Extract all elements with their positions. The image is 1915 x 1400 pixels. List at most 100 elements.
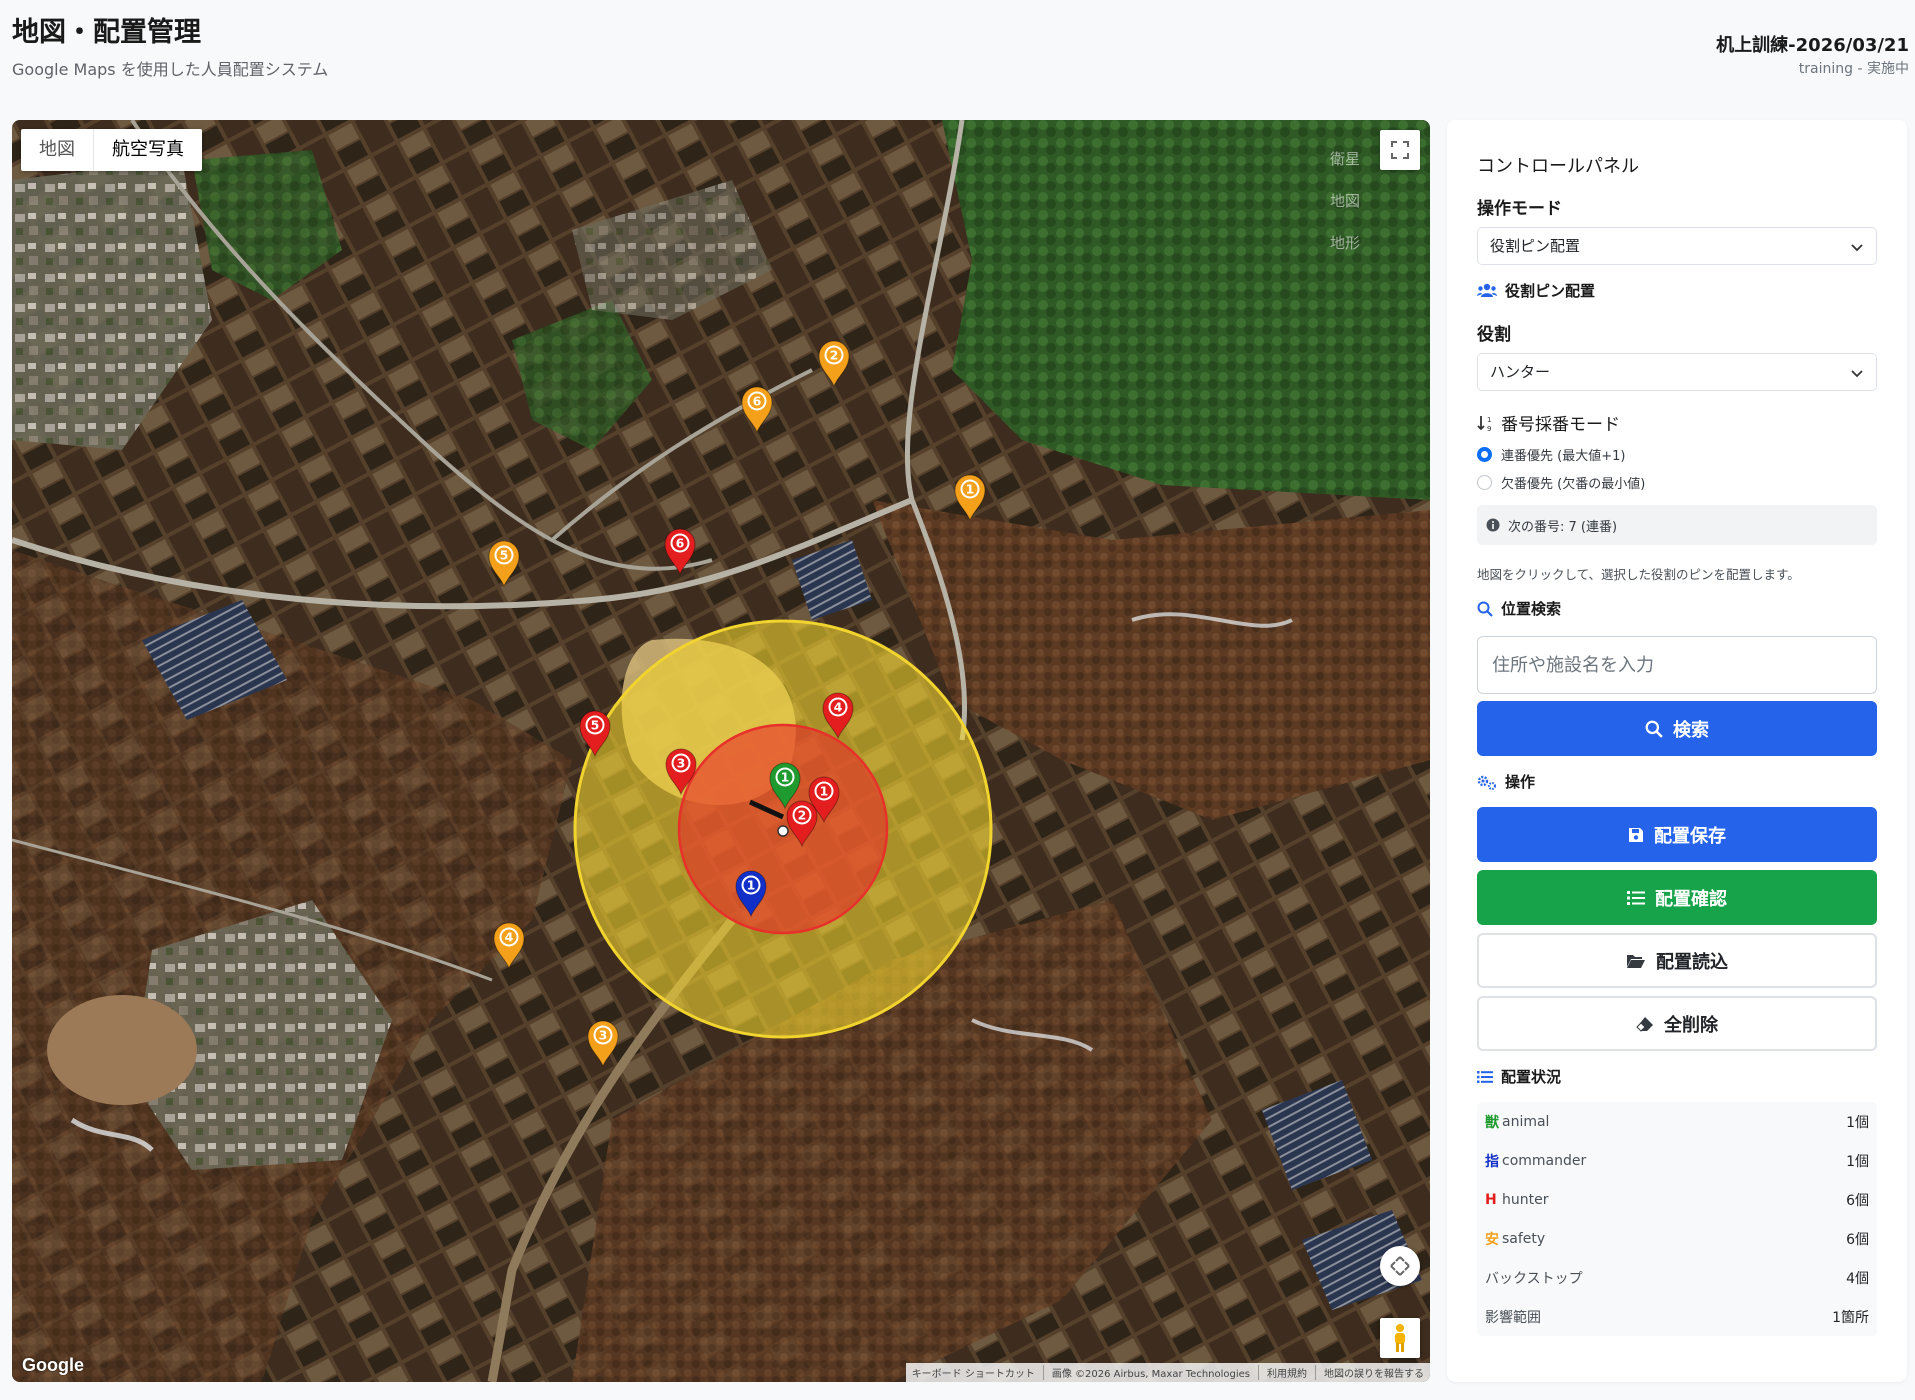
radio-gap-fill-label: 欠番優先 (欠番の最小値) <box>1501 477 1646 492</box>
save-layout-button[interactable]: 配置保存 <box>1477 807 1877 862</box>
page-title: 地図・配置管理 <box>12 17 201 48</box>
session-title: 机上訓練-2026/03/21 <box>1716 35 1909 56</box>
mode-select[interactable]: 役割ピン配置 <box>1477 227 1877 265</box>
status-tag: H <box>1485 1191 1497 1208</box>
status-name: safety <box>1502 1230 1546 1247</box>
status-list: 獣 animal 1個 指 commander 1個 H hunter 6個 安… <box>1477 1102 1877 1336</box>
control-panel: コントロールパネル 操作モード 役割ピン配置 役割ピン配置 役割 ハンター 1 … <box>1447 120 1907 1382</box>
status-name: バックストップ <box>1485 1270 1583 1287</box>
role-pin-heading: 役割ピン配置 <box>1477 280 1595 301</box>
status-tag: 安 <box>1485 1231 1499 1248</box>
status-name: hunter <box>1502 1191 1549 1208</box>
status-count: 6個 <box>1846 1192 1869 1209</box>
satellite-imagery: 12345612345611 <box>12 120 1430 1382</box>
chevron-down-icon <box>1851 370 1863 378</box>
radio-sequential[interactable]: 連番優先 (最大値+1) <box>1477 445 1625 464</box>
pin-number: 6 <box>676 536 685 551</box>
radio-sequential-label: 連番優先 (最大値+1) <box>1501 449 1626 464</box>
layer-terrain-label[interactable]: 地形 <box>1330 232 1360 253</box>
status-tag: 指 <box>1485 1153 1499 1170</box>
radio-gap-fill[interactable]: 欠番優先 (欠番の最小値) <box>1477 473 1645 492</box>
sort-numeric-icon: 1 9 <box>1477 415 1491 432</box>
operations-heading-text: 操作 <box>1505 773 1536 791</box>
pin-number: 1 <box>966 482 975 497</box>
next-number-info: 次の番号: 7 (連番) <box>1477 505 1877 545</box>
operations-heading: 操作 <box>1477 771 1535 792</box>
street-view-pegman[interactable] <box>1380 1318 1420 1358</box>
pegman-icon <box>1395 1324 1405 1352</box>
numbering-heading: 1 9 番号採番モード <box>1477 410 1620 435</box>
role-select[interactable]: ハンター <box>1477 353 1877 391</box>
numbering-heading-text: 番号採番モード <box>1501 415 1620 435</box>
radio-sequential-control[interactable] <box>1477 447 1492 462</box>
status-row-commander: 指 commander 1個 <box>1477 1141 1877 1180</box>
layer-satellite-label[interactable]: 衛星 <box>1330 148 1360 169</box>
page-subtitle: Google Maps を使用した人員配置システム <box>12 60 329 79</box>
placement-hint: 地図をクリックして、選択した役割のピンを配置します。 <box>1477 567 1800 582</box>
status-row-safety: 安 safety 6個 <box>1477 1219 1877 1258</box>
radio-gap-fill-control[interactable] <box>1477 475 1492 490</box>
google-logo: Google <box>22 1355 84 1375</box>
status-row-influence-range: 影響範囲 1箇所 <box>1477 1297 1877 1336</box>
confirm-layout-button[interactable]: 配置確認 <box>1477 870 1877 925</box>
pin-number: 2 <box>830 348 839 363</box>
status-row-hunter: H hunter 6個 <box>1477 1180 1877 1219</box>
panel-title: コントロールパネル <box>1477 156 1639 177</box>
search-button-label: 検索 <box>1673 719 1709 741</box>
search-icon <box>1645 720 1663 738</box>
load-layout-button[interactable]: 配置読込 <box>1477 933 1877 988</box>
save-layout-button-label: 配置保存 <box>1654 825 1726 847</box>
role-pin-heading-text: 役割ピン配置 <box>1505 282 1596 300</box>
save-icon <box>1629 827 1643 842</box>
map-type-satellite-button[interactable]: 航空写真 <box>93 129 202 171</box>
keyboard-shortcuts-link[interactable]: キーボード ショートカット <box>912 1365 1035 1380</box>
chevron-down-icon <box>1851 244 1863 252</box>
info-icon <box>1486 518 1500 532</box>
map-canvas[interactable]: 12345612345611 地図 航空写真 衛星 地図 地形 Google キ… <box>12 120 1430 1382</box>
users-icon <box>1477 283 1497 297</box>
svg-text:9: 9 <box>1487 425 1491 432</box>
move-arrows-icon <box>1390 1256 1410 1276</box>
eraser-icon <box>1636 1016 1653 1032</box>
session-status: training - 実施中 <box>1798 61 1909 77</box>
pin-number: 4 <box>834 700 843 715</box>
delete-all-button-label: 全削除 <box>1664 1014 1718 1036</box>
terms-link[interactable]: 利用規約 <box>1258 1365 1307 1380</box>
report-error-link[interactable]: 地図の誤りを報告する <box>1315 1365 1424 1380</box>
status-name: 影響範囲 <box>1485 1309 1541 1326</box>
pin-number: 5 <box>500 548 509 563</box>
status-count: 4個 <box>1846 1270 1869 1287</box>
imagery-credit: 画像 ©2026 Airbus, Maxar Technologies <box>1042 1365 1250 1380</box>
folder-open-icon <box>1627 954 1645 968</box>
list-icon <box>1627 890 1645 905</box>
pin-number: 6 <box>753 394 762 409</box>
status-name: commander <box>1502 1152 1587 1169</box>
map-type-control: 地図 航空写真 <box>21 129 202 171</box>
status-count: 6個 <box>1846 1231 1869 1248</box>
status-count: 1個 <box>1846 1114 1869 1131</box>
fullscreen-button[interactable] <box>1380 130 1420 170</box>
camera-control-button[interactable] <box>1380 1246 1420 1286</box>
map-attribution: キーボード ショートカット 画像 ©2026 Airbus, Maxar Tec… <box>905 1363 1430 1382</box>
mode-label: 操作モード <box>1477 199 1562 219</box>
map-type-map-button[interactable]: 地図 <box>21 129 93 171</box>
location-search-input[interactable] <box>1477 636 1877 694</box>
pin-number: 1 <box>820 784 829 799</box>
status-row-animal: 獣 animal 1個 <box>1477 1102 1877 1141</box>
status-tag: 獣 <box>1485 1114 1499 1131</box>
location-search-heading-text: 位置検索 <box>1501 600 1562 618</box>
location-search-heading: 位置検索 <box>1477 598 1561 619</box>
next-number-text: 次の番号: 7 (連番) <box>1508 519 1618 535</box>
pin-number: 1 <box>747 878 756 893</box>
layer-map-label[interactable]: 地図 <box>1330 190 1360 211</box>
pin-number: 1 <box>781 770 790 785</box>
pin-number: 2 <box>798 808 807 823</box>
search-button[interactable]: 検索 <box>1477 701 1877 756</box>
pin-number: 3 <box>599 1028 608 1043</box>
status-count: 1箇所 <box>1832 1309 1869 1326</box>
role-label: 役割 <box>1477 325 1511 345</box>
delete-all-button[interactable]: 全削除 <box>1477 996 1877 1051</box>
status-heading-text: 配置状況 <box>1501 1068 1562 1086</box>
svg-text:1: 1 <box>1487 416 1491 424</box>
status-count: 1個 <box>1846 1153 1869 1170</box>
